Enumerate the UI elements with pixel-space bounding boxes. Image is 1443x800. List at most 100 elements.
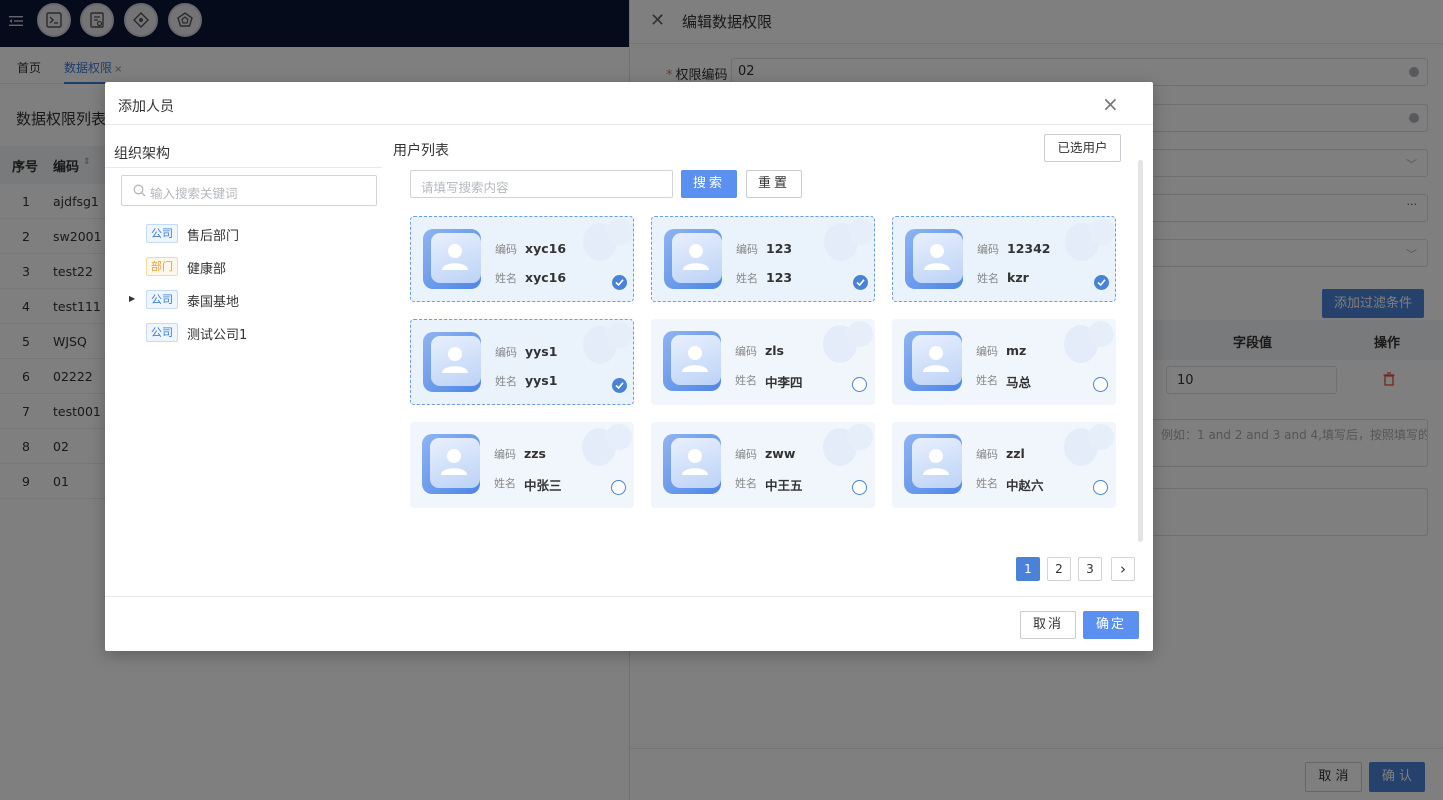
page-button[interactable]: 2: [1047, 557, 1071, 581]
search-icon: [133, 184, 146, 197]
org-tree-node[interactable]: 公司 测试公司1: [105, 323, 382, 345]
page-button[interactable]: 3: [1078, 557, 1102, 581]
name-label: 姓名: [495, 375, 517, 388]
chevron-right-icon[interactable]: ›: [1111, 557, 1135, 581]
name-label: 姓名: [976, 477, 998, 490]
user-card[interactable]: 编码 yys1 姓名 yys1: [410, 319, 634, 405]
cancel-button[interactable]: 取消: [1020, 611, 1076, 639]
reset-button[interactable]: 重置: [746, 170, 802, 198]
search-button[interactable]: 搜索: [681, 170, 737, 198]
org-tree-node[interactable]: 部门 健康部: [105, 257, 382, 279]
user-code: zww: [765, 446, 796, 461]
code-label: 编码: [735, 448, 757, 461]
close-icon[interactable]: ×: [1102, 94, 1119, 114]
org-node-name: 健康部: [187, 262, 227, 277]
name-label: 姓名: [735, 374, 757, 387]
code-label: 编码: [495, 243, 517, 256]
name-label: 姓名: [495, 272, 517, 285]
org-type-tag: 公司: [146, 224, 178, 243]
name-label: 姓名: [494, 477, 516, 490]
name-label: 姓名: [736, 272, 758, 285]
code-label: 编码: [735, 345, 757, 358]
user-code: yys1: [525, 344, 558, 359]
org-type-tag: 公司: [146, 323, 178, 342]
name-label: 姓名: [735, 477, 757, 490]
user-name: 中赵六: [1006, 478, 1044, 493]
avatar-icon: [663, 331, 721, 391]
code-label: 编码: [976, 345, 998, 358]
user-name: 中王五: [765, 478, 803, 493]
card-decoration: [847, 424, 873, 450]
checked-circle-icon[interactable]: [1094, 275, 1109, 290]
unchecked-circle-icon[interactable]: [1093, 480, 1108, 495]
selected-users-button[interactable]: 已选用户: [1044, 134, 1121, 162]
org-node-name: 测试公司1: [187, 328, 248, 343]
org-panel-title: 组织架构: [114, 146, 170, 162]
divider: [105, 167, 382, 168]
name-label: 姓名: [977, 272, 999, 285]
user-name: 马总: [1006, 375, 1032, 390]
avatar-icon: [663, 434, 721, 494]
user-name: kzr: [1007, 270, 1029, 285]
avatar-icon: [422, 434, 480, 494]
unchecked-circle-icon[interactable]: [852, 480, 867, 495]
user-name: 中李四: [765, 375, 803, 390]
avatar-icon: [423, 332, 481, 392]
card-decoration: [1089, 219, 1115, 245]
user-card[interactable]: 编码 zzs 姓名 中张三: [410, 422, 634, 508]
user-card[interactable]: 编码 zww 姓名 中王五: [651, 422, 875, 508]
divider: [105, 596, 1153, 597]
checked-circle-icon[interactable]: [853, 275, 868, 290]
unchecked-circle-icon[interactable]: [1093, 377, 1108, 392]
user-list-title: 用户列表: [393, 143, 449, 159]
card-decoration: [606, 424, 632, 450]
confirm-button[interactable]: 确定: [1083, 611, 1139, 639]
unchecked-circle-icon[interactable]: [611, 480, 626, 495]
user-search-input[interactable]: 请填写搜索内容: [410, 170, 673, 198]
card-decoration: [847, 321, 873, 347]
user-code: zzs: [524, 446, 546, 461]
card-decoration: [607, 219, 633, 245]
org-type-tag: 公司: [146, 290, 178, 309]
user-card[interactable]: 编码 mz 姓名 马总: [892, 319, 1116, 405]
avatar-icon: [904, 434, 962, 494]
page-button[interactable]: 1: [1016, 557, 1040, 581]
user-name: yys1: [525, 373, 558, 388]
user-code: zls: [765, 343, 785, 358]
code-label: 编码: [976, 448, 998, 461]
org-node-name: 售后部门: [187, 229, 240, 244]
caret-right-icon[interactable]: ▶: [129, 294, 135, 303]
org-tree-node[interactable]: 公司 售后部门: [105, 224, 382, 246]
checked-circle-icon[interactable]: [612, 275, 627, 290]
org-tree-node[interactable]: ▶ 公司 泰国基地: [105, 290, 382, 312]
org-node-name: 泰国基地: [187, 295, 240, 310]
user-code: zzl: [1006, 446, 1025, 461]
code-label: 编码: [494, 448, 516, 461]
user-name: 123: [766, 270, 793, 285]
unchecked-circle-icon[interactable]: [852, 377, 867, 392]
user-card[interactable]: 编码 123 姓名 123: [651, 216, 875, 302]
user-card[interactable]: 编码 12342 姓名 kzr: [892, 216, 1116, 302]
user-name: xyc16: [525, 270, 567, 285]
user-card[interactable]: 编码 zls 姓名 中李四: [651, 319, 875, 405]
avatar-icon: [904, 331, 962, 391]
user-code: 123: [766, 241, 793, 256]
card-decoration: [607, 322, 633, 348]
user-name: 中张三: [524, 478, 562, 493]
org-search-placeholder: 输入搜索关键词: [150, 186, 238, 201]
checked-circle-icon[interactable]: [612, 378, 627, 393]
user-card[interactable]: 编码 xyc16 姓名 xyc16: [410, 216, 634, 302]
org-search-input[interactable]: 输入搜索关键词: [121, 175, 377, 206]
code-label: 编码: [977, 243, 999, 256]
scrollbar[interactable]: [1138, 160, 1143, 542]
org-type-tag: 部门: [146, 257, 178, 276]
user-code: xyc16: [525, 241, 567, 256]
name-label: 姓名: [976, 374, 998, 387]
card-decoration: [848, 219, 874, 245]
add-user-modal: 添加人员 × 组织架构 输入搜索关键词 公司 售后部门 部门 健康部 ▶ 公司 泰国基地 公司…: [105, 82, 1153, 651]
user-card[interactable]: 编码 zzl 姓名 中赵六: [892, 422, 1116, 508]
user-code: 12342: [1007, 241, 1051, 256]
avatar-icon: [664, 229, 722, 289]
modal-title: 添加人员: [118, 99, 174, 115]
divider: [105, 124, 1153, 125]
